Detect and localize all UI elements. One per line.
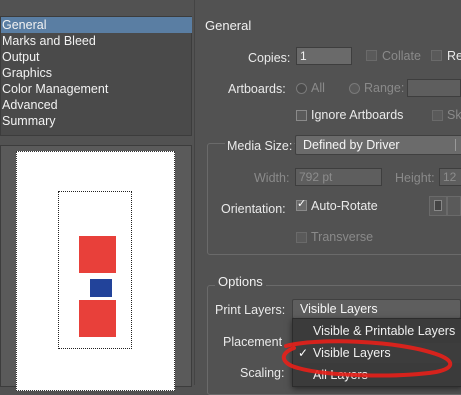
category-list: General Marks and Bleed Output Graphics …	[0, 16, 192, 136]
collate-checkbox[interactable]	[366, 50, 377, 61]
general-section-title: General	[205, 18, 252, 33]
auto-rotate-label: Auto-Rotate	[311, 199, 378, 213]
auto-rotate-checkbox[interactable]: ✓	[296, 198, 307, 211]
skip-blank-artboards-checkbox[interactable]	[432, 110, 443, 121]
category-item-output[interactable]: Output	[1, 49, 192, 65]
panel-divider	[194, 0, 195, 385]
artboards-all-radio[interactable]	[296, 83, 307, 94]
width-label: Width:	[254, 171, 290, 185]
artboards-range-label: Range:	[364, 81, 405, 95]
artboards-range-radio[interactable]	[349, 83, 360, 94]
ignore-artboards-label: Ignore Artboards	[311, 108, 404, 122]
skip-blank-artboards-label: Sk	[447, 108, 461, 122]
media-size-label: Media Size:	[225, 139, 295, 153]
preview-red-shape-bottom	[79, 300, 116, 337]
annotation-circle	[282, 339, 453, 378]
print-layers-label: Print Layers:	[215, 303, 286, 317]
copies-label: Copies:	[248, 51, 291, 65]
width-input[interactable]: 792 pt	[295, 168, 382, 186]
artboards-label: Artboards:	[228, 82, 286, 96]
ignore-artboards-checkbox[interactable]	[296, 110, 307, 121]
preview-blue-shape	[90, 279, 112, 297]
artboards-range-input[interactable]	[407, 79, 461, 97]
category-item-graphics[interactable]: Graphics	[1, 65, 192, 81]
transverse-checkbox[interactable]	[296, 232, 307, 243]
height-input[interactable]: 12	[439, 168, 461, 186]
media-size-select-arrow-icon	[455, 139, 456, 151]
portrait-orientation-button[interactable]	[429, 196, 447, 216]
artboards-all-label: All	[311, 81, 325, 95]
preview-red-shape-top	[79, 236, 116, 273]
copies-input[interactable]: 1	[296, 47, 352, 65]
portrait-icon	[434, 200, 442, 211]
placement-label: Placement	[223, 335, 283, 349]
reverse-order-label: Re	[447, 49, 461, 63]
category-item-advanced[interactable]: Advanced	[1, 97, 192, 113]
transverse-label: Transverse	[311, 230, 374, 244]
reverse-order-checkbox[interactable]	[431, 50, 442, 61]
orientation-label: Orientation:	[221, 202, 286, 216]
print-layers-select[interactable]: Visible Layers	[292, 299, 461, 319]
height-label: Height:	[395, 171, 435, 185]
collate-label: Collate	[382, 49, 421, 63]
category-item-color-management[interactable]: Color Management	[1, 81, 192, 97]
options-section-title: Options	[215, 274, 266, 289]
category-item-marks-and-bleed[interactable]: Marks and Bleed	[1, 33, 192, 49]
category-item-general[interactable]: General	[1, 17, 192, 33]
landscape-orientation-button[interactable]	[447, 196, 461, 216]
checkmark-icon: ✓	[297, 198, 307, 210]
media-size-select[interactable]: Defined by Driver	[295, 135, 461, 155]
category-item-summary[interactable]: Summary	[1, 113, 192, 129]
